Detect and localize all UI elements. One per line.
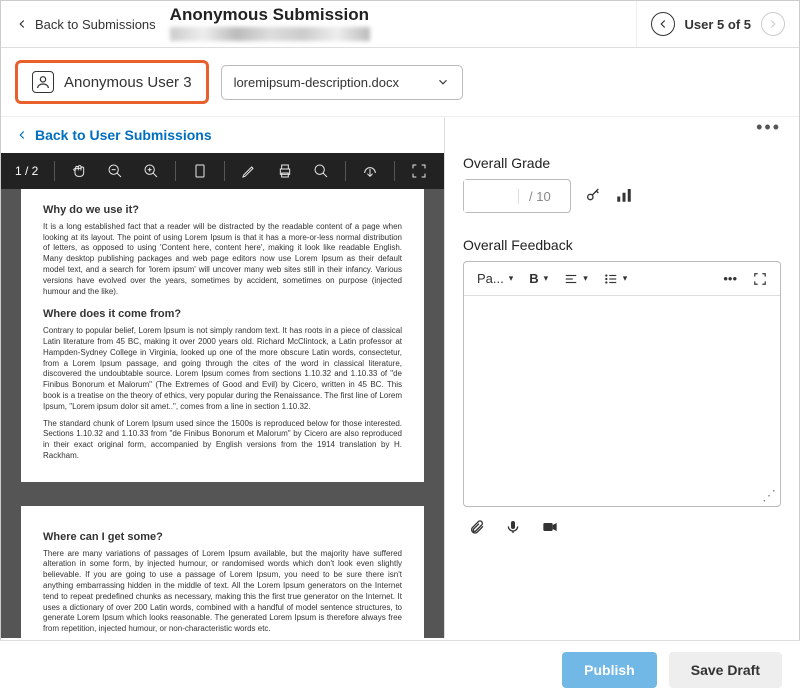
grade-label: Overall Grade [463,155,781,171]
user-chip: Anonymous User 3 [15,60,209,104]
next-user-button [761,12,785,36]
print-icon[interactable] [271,157,299,185]
back-label: Back to Submissions [35,17,156,32]
download-icon[interactable] [356,157,384,185]
user-nav: User 5 of 5 [636,1,799,47]
key-icon[interactable] [585,187,601,206]
toolbar-more-button[interactable]: ••• [718,268,742,289]
zoom-in-icon[interactable] [137,157,165,185]
annotate-icon[interactable] [235,157,263,185]
title-block: Anonymous Submission [170,1,636,47]
grade-input[interactable] [464,180,518,212]
prev-user-button[interactable] [651,12,675,36]
file-name: loremipsum-description.docx [234,75,399,90]
list-button[interactable]: ▾ [599,269,633,289]
file-dropdown[interactable]: loremipsum-description.docx [221,65,463,100]
document-page: Where can I get some? There are many var… [21,506,424,638]
attach-file-button[interactable] [469,519,485,539]
paragraph-style-dropdown[interactable]: Pa...▾ [472,268,518,289]
grade-max: / 10 [518,189,561,204]
back-to-submissions[interactable]: Back to Submissions [1,1,170,47]
chevron-left-icon [15,17,29,31]
record-audio-button[interactable] [505,519,521,539]
chevron-left-icon [656,17,670,31]
search-icon[interactable] [307,157,335,185]
feedback-label: Overall Feedback [463,237,781,253]
more-actions-button[interactable]: ••• [756,117,781,138]
page-counter: 1 / 2 [9,164,44,178]
document-viewport[interactable]: Why do we use it? It is a long establish… [1,189,444,638]
chevron-left-icon [15,128,29,142]
save-draft-button[interactable]: Save Draft [669,652,782,688]
record-video-button[interactable] [541,519,559,539]
page-view-icon[interactable] [186,157,214,185]
feedback-editor: Pa...▾ B▾ ▾ ▾ ••• ⋰ [463,261,781,507]
grade-box: / 10 [463,179,571,213]
feedback-textarea[interactable]: ⋰ [464,296,780,506]
chevron-right-icon [766,17,780,31]
chevron-down-icon [436,75,450,89]
user-name: Anonymous User 3 [64,74,192,91]
align-button[interactable]: ▾ [559,269,593,289]
pdf-toolbar: 1 / 2 [1,153,444,189]
fullscreen-icon[interactable] [405,157,433,185]
avatar-icon [32,71,54,93]
document-page: Why do we use it? It is a long establish… [21,189,424,482]
zoom-out-icon[interactable] [101,157,129,185]
back-to-user-submissions[interactable]: Back to User Submissions [1,117,444,153]
blurred-subtitle [170,27,370,41]
pan-tool-icon[interactable] [65,157,93,185]
bold-button[interactable]: B▾ [524,268,553,289]
publish-button[interactable]: Publish [562,652,657,688]
page-title: Anonymous Submission [170,5,622,25]
resize-handle-icon[interactable]: ⋰ [762,487,776,504]
toolbar-expand-button[interactable] [748,269,772,289]
stats-icon[interactable] [615,186,633,207]
user-counter: User 5 of 5 [685,17,751,32]
